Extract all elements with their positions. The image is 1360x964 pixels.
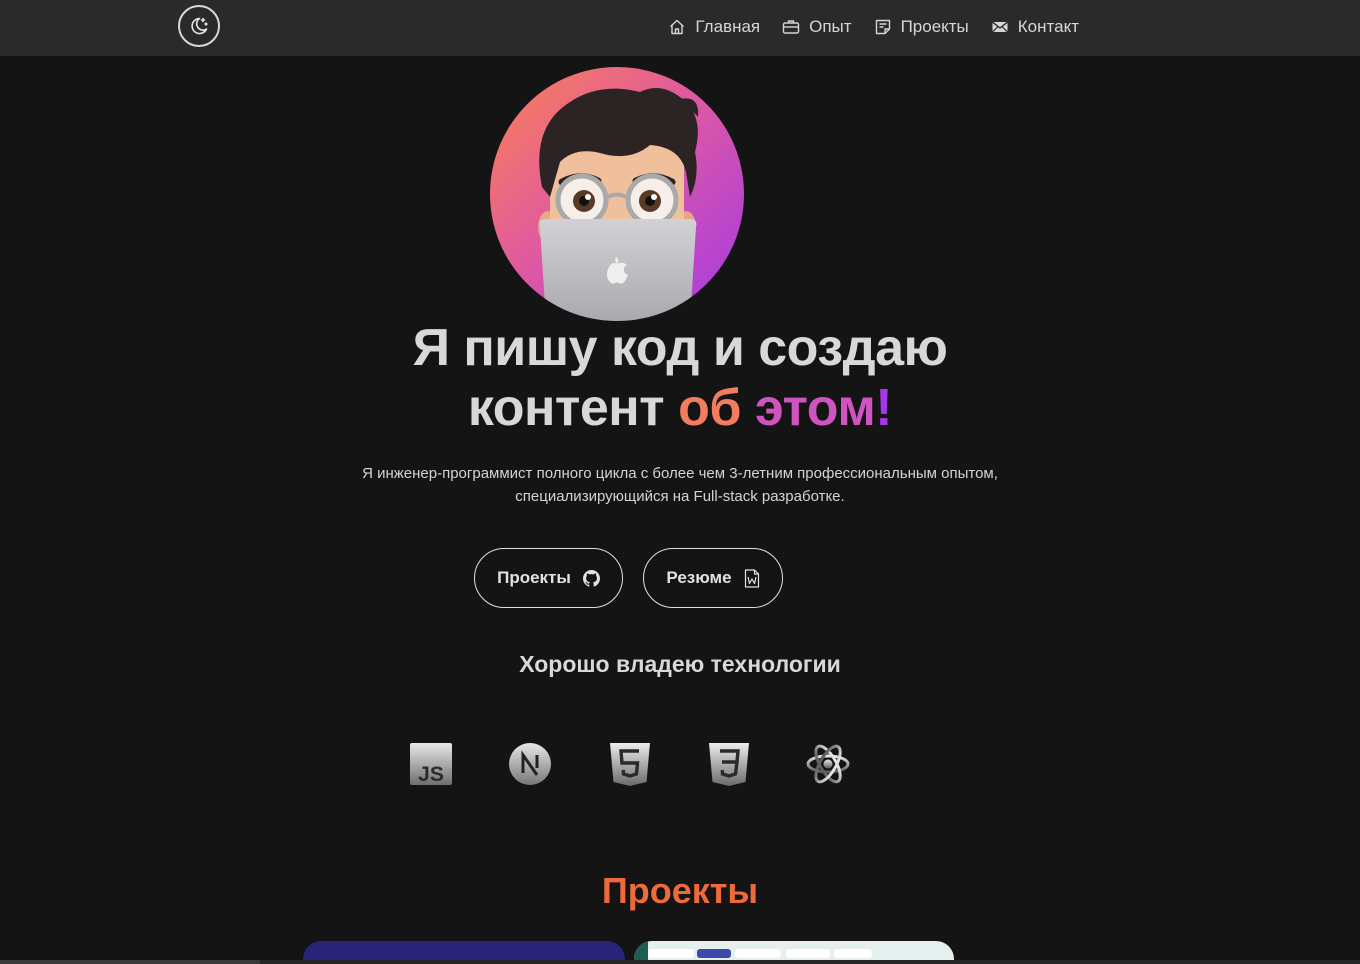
home-icon — [670, 19, 685, 35]
avatar — [490, 67, 744, 321]
hero-title-accent-2: этом — [754, 379, 876, 437]
nav-item-experience[interactable]: Опыт — [782, 17, 852, 37]
briefcase-icon — [782, 20, 800, 34]
nav-item-contact[interactable]: Контакт — [991, 17, 1079, 37]
nav-item-label: Главная — [695, 17, 761, 36]
hero-subtitle-line2: специализирующийся на Full-stack разрабо… — [515, 488, 845, 505]
horizontal-scrollbar[interactable] — [0, 960, 1360, 964]
word-document-icon — [744, 568, 759, 588]
nav-item-label: Проекты — [900, 17, 969, 36]
navbar: Главная Опыт Проекты Контакт — [0, 0, 1360, 56]
hero-subtitle-line1: Я инженер-программист полного цикла с бо… — [362, 465, 998, 482]
projects-button-label: Проекты — [497, 568, 571, 587]
tech-section-title: Хорошо владею технологии — [519, 651, 841, 677]
moon-stars-icon — [191, 17, 208, 35]
hero-title-accent-1: об — [678, 379, 741, 437]
html5-icon — [610, 743, 650, 786]
nextjs-icon — [509, 743, 551, 785]
scrollbar-thumb[interactable] — [0, 960, 260, 964]
hero-title: Я пишу код и создаю контент об этом! — [280, 318, 1080, 438]
note-icon — [875, 19, 890, 35]
card-thumbnail-pill — [834, 949, 872, 958]
memoji-avatar-illustration — [538, 88, 699, 321]
hero-title-plain: контент — [467, 379, 665, 437]
github-icon — [582, 569, 600, 587]
projects-section-title: Проекты — [601, 870, 759, 911]
card-thumbnail-pill — [697, 949, 731, 958]
react-icon — [806, 744, 850, 784]
resume-button-label: Резюме — [666, 568, 732, 587]
hero-title-line1: Я пишу код и создаю — [412, 319, 948, 377]
hero-title-accent-3: ! — [875, 379, 893, 437]
nav-item-label: Опыт — [809, 17, 852, 36]
nav-item-label: Контакт — [1017, 17, 1079, 36]
mail-icon — [992, 21, 1008, 33]
javascript-icon: JS — [410, 743, 452, 786]
card-thumbnail-pill — [786, 949, 830, 958]
nav-item-home[interactable]: Главная — [668, 17, 760, 37]
theme-toggle-button[interactable] — [178, 5, 220, 47]
card-thumbnail-pill — [648, 949, 694, 958]
hero-subtitle: Я инженер-программист полного цикла с бо… — [280, 462, 1080, 508]
svg-text:JS: JS — [418, 763, 444, 786]
nav-item-projects[interactable]: Проекты — [874, 17, 969, 37]
card-thumbnail-pill — [735, 949, 781, 958]
projects-button[interactable]: Проекты — [474, 548, 623, 608]
css3-icon — [709, 743, 749, 786]
tech-icons-row: JS — [400, 740, 860, 790]
resume-button[interactable]: Резюме — [643, 548, 783, 608]
nav-links: Главная Опыт Проекты Контакт — [668, 0, 1079, 54]
hero-title-line2: контент об этом! — [280, 378, 1080, 438]
